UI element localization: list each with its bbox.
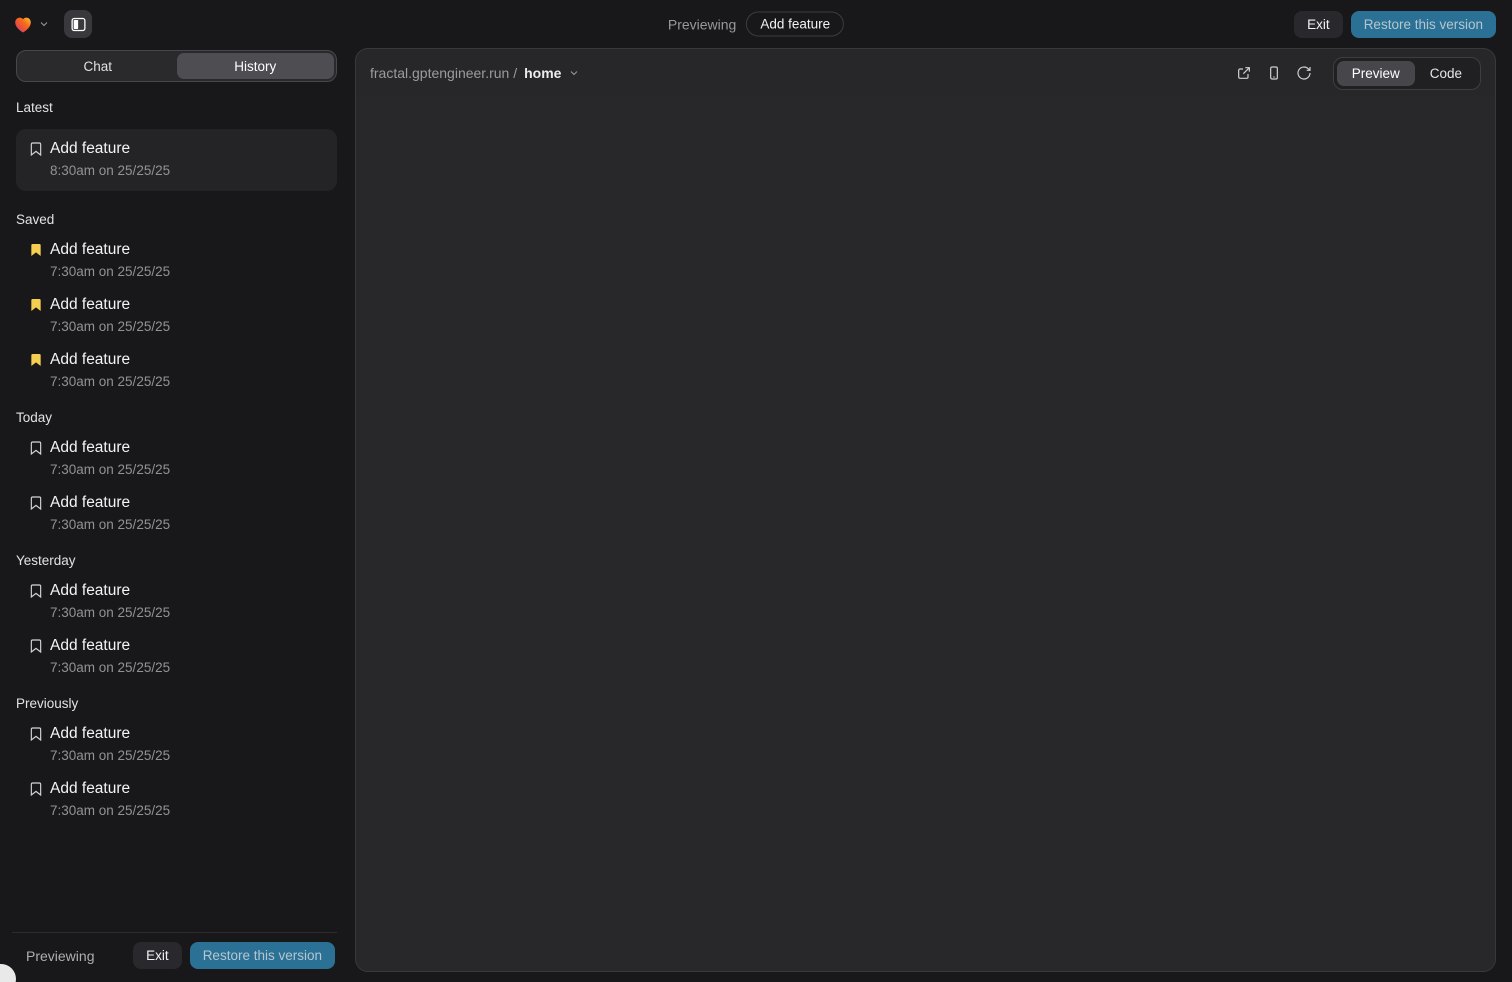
footer-exit-button[interactable]: Exit: [133, 942, 182, 969]
section-title: Yesterday: [16, 553, 337, 568]
bookmark-icon: [28, 726, 44, 742]
history-item[interactable]: Add feature 7:30am on 25/25/25: [16, 351, 337, 389]
history-item[interactable]: Add feature 7:30am on 25/25/25: [16, 439, 337, 477]
restore-version-button[interactable]: Restore this version: [1351, 11, 1496, 38]
bookmark-filled-icon: [28, 352, 44, 368]
sidebar-footer: Previewing Exit Restore this version: [12, 932, 337, 982]
history-item[interactable]: Add feature 7:30am on 25/25/25: [16, 582, 337, 620]
history-item-time: 7:30am on 25/25/25: [50, 319, 337, 334]
history-item-title: Add feature: [50, 494, 130, 512]
section-title: Previously: [16, 696, 337, 711]
tab-history[interactable]: History: [177, 53, 335, 79]
history-item[interactable]: Add feature 7:30am on 25/25/25: [16, 780, 337, 818]
bookmark-filled-icon: [28, 297, 44, 313]
history-item-title: Add feature: [50, 140, 130, 158]
history-item-time: 7:30am on 25/25/25: [50, 803, 337, 818]
history-item[interactable]: Add feature 7:30am on 25/25/25: [16, 725, 337, 763]
history-item[interactable]: Add feature 8:30am on 25/25/25: [16, 129, 337, 191]
sidebar-toggle-button[interactable]: [64, 10, 92, 38]
history-sidebar: Chat History Latest Add feature 8:30am on …: [0, 48, 355, 982]
history-item[interactable]: Add feature 7:30am on 25/25/25: [16, 494, 337, 532]
history-section: SavedAdd feature7:30am on 25/25/25Add fe…: [16, 212, 337, 389]
bookmark-filled-icon: [28, 242, 44, 258]
history-item-time: 7:30am on 25/25/25: [50, 462, 337, 477]
history-item-time: 7:30am on 25/25/25: [50, 264, 337, 279]
history-item-time: 7:30am on 25/25/25: [50, 605, 337, 620]
history-item-title: Add feature: [50, 296, 130, 314]
open-external-button[interactable]: [1231, 60, 1257, 86]
open-external-icon: [1236, 65, 1252, 81]
bookmark-icon: [28, 440, 44, 456]
history-item[interactable]: Add feature 7:30am on 25/25/25: [16, 241, 337, 279]
history-item-time: 7:30am on 25/25/25: [50, 660, 337, 675]
version-badge: Add feature: [746, 12, 844, 37]
chevron-down-icon: [568, 67, 580, 79]
history-item-title: Add feature: [50, 439, 130, 457]
history-item[interactable]: Add feature 7:30am on 25/25/25: [16, 637, 337, 675]
section-title: Latest: [16, 100, 337, 115]
bookmark-icon: [28, 141, 44, 157]
mobile-preview-button[interactable]: [1261, 60, 1287, 86]
section-title: Saved: [16, 212, 337, 227]
history-section: Latest Add feature 8:30am on 25/25/25: [16, 100, 337, 191]
top-bar: Previewing Add feature Exit Restore this…: [0, 0, 1512, 48]
chevron-down-icon: [38, 18, 50, 30]
history-item-title: Add feature: [50, 780, 130, 798]
panel-left-icon: [70, 16, 87, 33]
app-logo-menu[interactable]: [12, 13, 50, 35]
history-item[interactable]: Add feature 7:30am on 25/25/25: [16, 296, 337, 334]
section-title: Today: [16, 410, 337, 425]
refresh-button[interactable]: [1291, 60, 1317, 86]
url-page: home: [524, 65, 561, 81]
bookmark-icon: [28, 583, 44, 599]
history-item-title: Add feature: [50, 637, 130, 655]
footer-restore-version-button[interactable]: Restore this version: [190, 942, 335, 969]
lovable-heart-logo-icon: [12, 13, 34, 35]
history-item-time: 7:30am on 25/25/25: [50, 517, 337, 532]
history-item-time: 7:30am on 25/25/25: [50, 748, 337, 763]
history-item-title: Add feature: [50, 725, 130, 743]
history-section: TodayAdd feature7:30am on 25/25/25Add fe…: [16, 410, 337, 532]
preview-header: fractal.gptengineer.run / home: [356, 49, 1495, 97]
tab-preview[interactable]: Preview: [1337, 61, 1415, 86]
history-section: YesterdayAdd feature7:30am on 25/25/25Ad…: [16, 553, 337, 675]
mobile-preview-icon: [1266, 65, 1282, 81]
history-list: Latest Add feature 8:30am on 25/25/25 Saved…: [16, 100, 337, 932]
tab-chat[interactable]: Chat: [19, 53, 177, 79]
preview-code-toggle: Preview Code: [1333, 57, 1481, 90]
previewing-label: Previewing: [668, 16, 736, 32]
url-host: fractal.gptengineer.run /: [370, 65, 517, 81]
refresh-icon: [1296, 65, 1312, 81]
exit-button[interactable]: Exit: [1294, 11, 1343, 38]
history-item-title: Add feature: [50, 241, 130, 259]
url-breadcrumb[interactable]: fractal.gptengineer.run / home: [370, 65, 580, 81]
history-item-title: Add feature: [50, 582, 130, 600]
history-section: PreviouslyAdd feature7:30am on 25/25/25A…: [16, 696, 337, 818]
preview-content-area: [356, 97, 1495, 971]
sidebar-tabset: Chat History: [16, 50, 337, 82]
bookmark-icon: [28, 781, 44, 797]
history-item-time: 7:30am on 25/25/25: [50, 374, 337, 389]
footer-previewing-label: Previewing: [26, 948, 94, 964]
preview-panel: fractal.gptengineer.run / home: [355, 48, 1496, 972]
bookmark-icon: [28, 495, 44, 511]
history-item-time: 8:30am on 25/25/25: [50, 163, 325, 178]
bookmark-icon: [28, 638, 44, 654]
tab-code[interactable]: Code: [1415, 61, 1477, 86]
history-item-title: Add feature: [50, 351, 130, 369]
